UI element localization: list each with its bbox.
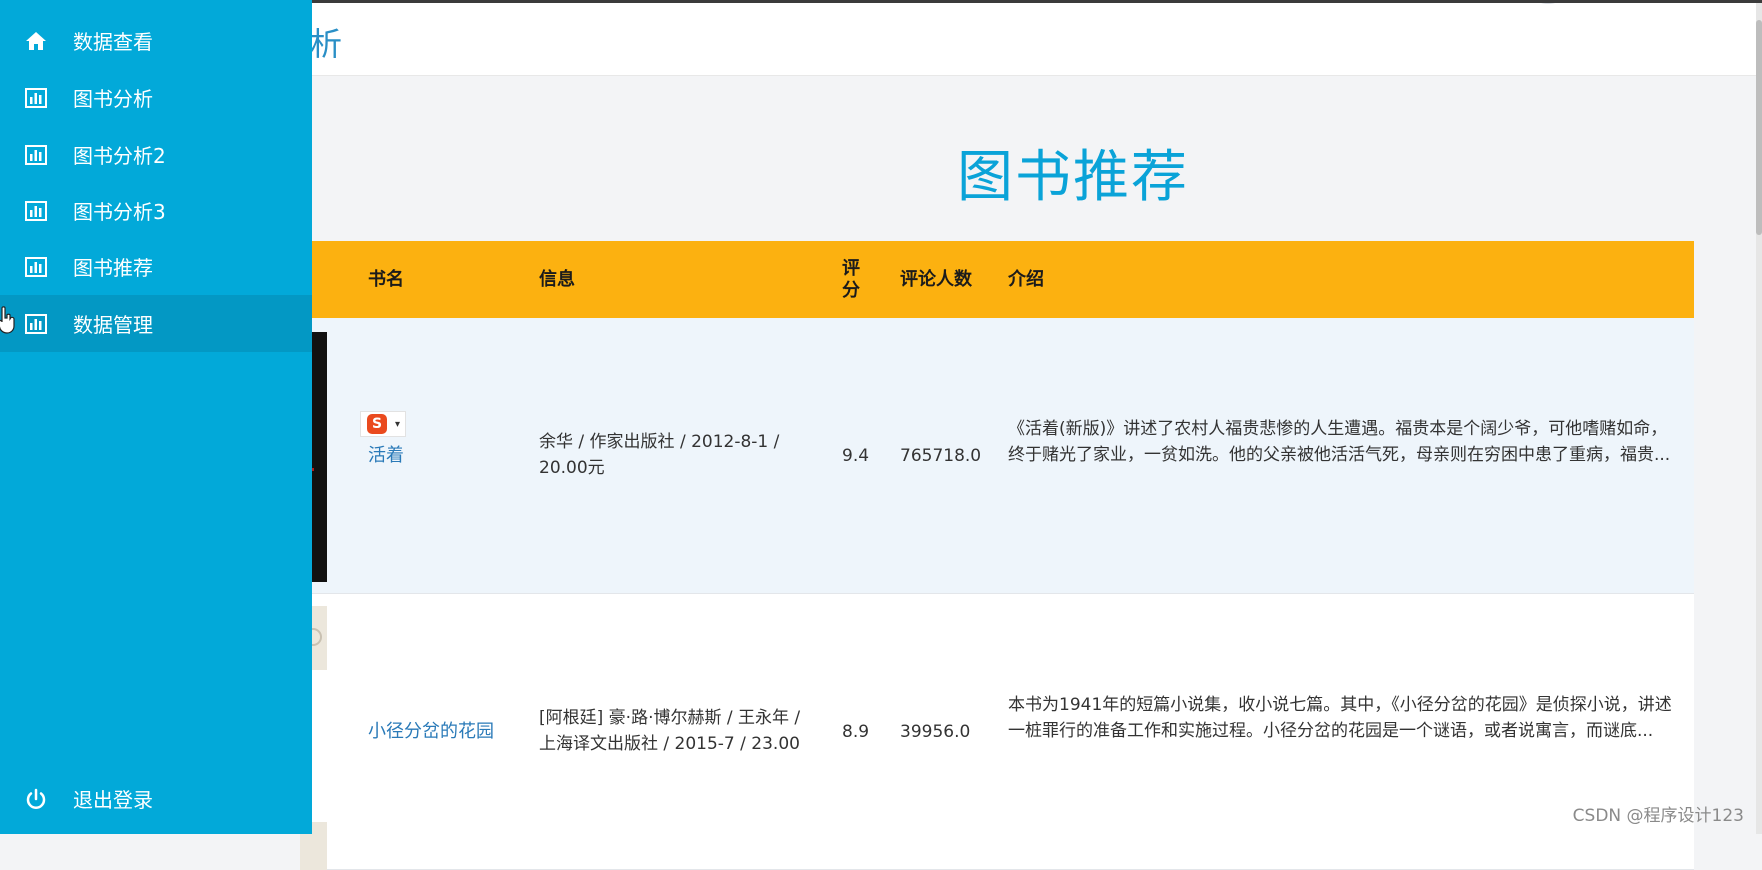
ime-toolbar[interactable]: S ▾	[360, 411, 406, 437]
sidebar-item-label: 图书分析3	[73, 196, 166, 225]
sidebar-item-book-recommend[interactable]: 图书推荐	[0, 238, 312, 295]
sidebar-item-data-view[interactable]: 数据查看	[0, 12, 312, 69]
sidebar-item-book-analysis-3[interactable]: 图书分析3	[0, 182, 312, 239]
book-title-link[interactable]: 活着	[368, 443, 404, 469]
power-icon	[25, 788, 47, 810]
top-header: 析	[310, 3, 1756, 76]
sidebar-item-label: 退出登录	[73, 784, 153, 813]
sidebar: 数据查看 图书分析 图书分析2 图书分析3 图书推荐 数据管理 退出登录	[0, 0, 312, 834]
bar-chart-icon	[25, 200, 47, 222]
scrollbar-thumb[interactable]	[1756, 20, 1762, 235]
sidebar-item-label: 图书推荐	[73, 252, 153, 281]
bar-chart-icon	[25, 144, 47, 166]
sidebar-item-book-analysis[interactable]: 图书分析	[0, 69, 312, 126]
brand-title-partial: 析	[310, 19, 343, 65]
table-row: S ▾ 活着 余华 / 作家出版社 / 2012-8-1 / 20.00元 9.…	[310, 318, 1694, 594]
book-rating: 8.9	[842, 719, 869, 745]
table-row: 小径分岔的花园 [阿根廷] 豪·路·博尔赫斯 / 王永年 / 上海译文出版社 /…	[310, 594, 1694, 870]
col-header-intro: 介绍	[1008, 241, 1044, 318]
page-scrollbar[interactable]	[1756, 0, 1762, 834]
sidebar-item-label: 数据管理	[73, 309, 153, 338]
book-info: [阿根廷] 豪·路·博尔赫斯 / 王永年 / 上海译文出版社 / 2015-7 …	[539, 705, 809, 757]
book-title-link[interactable]: 小径分岔的花园	[368, 719, 494, 745]
bar-chart-icon	[25, 87, 47, 109]
book-rating: 9.4	[842, 443, 869, 469]
sidebar-item-data-management[interactable]: 数据管理	[0, 295, 312, 352]
sogou-ime-icon[interactable]: S	[367, 414, 387, 434]
sidebar-item-label: 图书分析	[73, 83, 153, 112]
book-intro: 本书为1941年的短篇小说集，收小说七篇。其中，《小径分岔的花园》是侦探小说，讲…	[1008, 692, 1680, 744]
table-header: 书名 信息 评 分 评论人数 介绍	[310, 241, 1694, 318]
main-content: 图书推荐 书名 信息 评 分 评论人数 介绍 S ▾ 活着 余华 / 作家出版社…	[310, 76, 1756, 834]
col-header-reviews: 评论人数	[900, 241, 972, 318]
book-intro: 《活着(新版)》讲述了农村人福贵悲惨的人生遭遇。福贵本是个阔少爷，可他嗜赌如命，…	[1008, 416, 1680, 468]
sidebar-item-label: 数据查看	[73, 26, 153, 55]
sidebar-item-book-analysis-2[interactable]: 图书分析2	[0, 126, 312, 183]
bar-chart-icon	[25, 313, 47, 335]
book-review-count: 39956.0	[900, 719, 970, 745]
sidebar-item-logout[interactable]: 退出登录	[0, 770, 312, 827]
col-header-rating: 评 分	[842, 241, 864, 318]
hand-cursor-icon	[0, 306, 16, 334]
watermark: CSDN @程序设计123	[1573, 801, 1744, 826]
bar-chart-icon	[25, 256, 47, 278]
book-info: 余华 / 作家出版社 / 2012-8-1 / 20.00元	[539, 429, 809, 481]
col-header-info: 信息	[539, 241, 575, 318]
sidebar-item-label: 图书分析2	[73, 140, 166, 169]
recommend-table: 书名 信息 评 分 评论人数 介绍 S ▾ 活着 余华 / 作家出版社 / 20…	[310, 241, 1694, 870]
page-title: 图书推荐	[310, 132, 1762, 213]
book-review-count: 765718.0	[900, 443, 981, 469]
home-icon	[25, 30, 47, 52]
col-header-name: 书名	[368, 241, 404, 318]
ime-dropdown-arrow-icon[interactable]: ▾	[395, 419, 400, 430]
